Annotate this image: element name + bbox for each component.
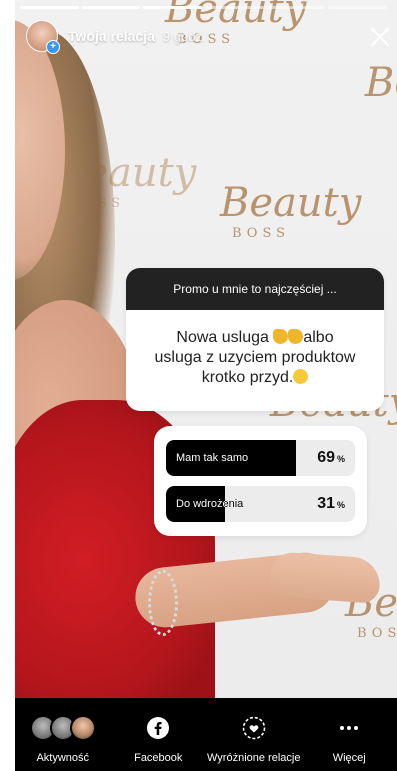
progress-segment [81,6,141,9]
close-icon[interactable] [369,26,391,48]
story-progress [20,6,388,9]
story-title[interactable]: Twoja relacja [68,28,155,44]
question-prompt: Promo u mnie to najczęściej ... [126,268,384,310]
avatar[interactable]: + [26,20,60,54]
story-time: 9 godz. [162,28,206,44]
progress-segment [205,6,264,9]
more-button[interactable]: Więcej [302,698,397,771]
question-sticker: Promo u mnie to najczęściej ... Nowa usl… [126,268,384,411]
bracelet [148,570,178,636]
person-hand [268,551,382,604]
flexed-biceps-emoji-icon [273,329,289,344]
viewers-avatars-icon [15,710,111,746]
story-viewer[interactable]: Beauty BOSS Beauty BOSS Beauty BOSS Beau… [15,0,397,698]
facebook-icon [111,710,207,746]
progress-segment [143,6,203,9]
progress-segment [328,6,388,9]
activity-button[interactable]: Aktywność [15,698,111,771]
progress-segment [20,6,79,9]
brand-logo: Beauty [365,60,397,106]
highlight-heart-icon [206,710,302,746]
poll-sticker[interactable]: Mam tak samo 69% Do wdrożenia 31% [154,426,367,536]
flexed-biceps-emoji-icon [288,329,304,344]
story-bottom-bar: Aktywność Facebook Wyróżnione relacje Wi… [15,698,397,771]
brand-logo: Beauty BOSS [220,180,362,241]
poll-option-2-percent: 31% [317,495,345,512]
facebook-button[interactable]: Facebook [111,698,207,771]
poll-option-1-percent: 69% [317,449,345,466]
question-answer: Nowa usluga albo usluga z uzyciem produk… [154,329,356,386]
grinning-face-emoji-icon [293,369,309,384]
more-dots-icon [302,710,397,746]
highlight-button[interactable]: Wyróżnione relacje [206,698,302,771]
poll-option-1[interactable]: Mam tak samo 69% [166,440,355,476]
poll-option-2[interactable]: Do wdrożenia 31% [166,486,355,522]
progress-segment [266,6,326,9]
add-story-icon[interactable]: + [46,40,60,54]
story-header: + Twoja relacja 9 godz. [26,20,391,54]
